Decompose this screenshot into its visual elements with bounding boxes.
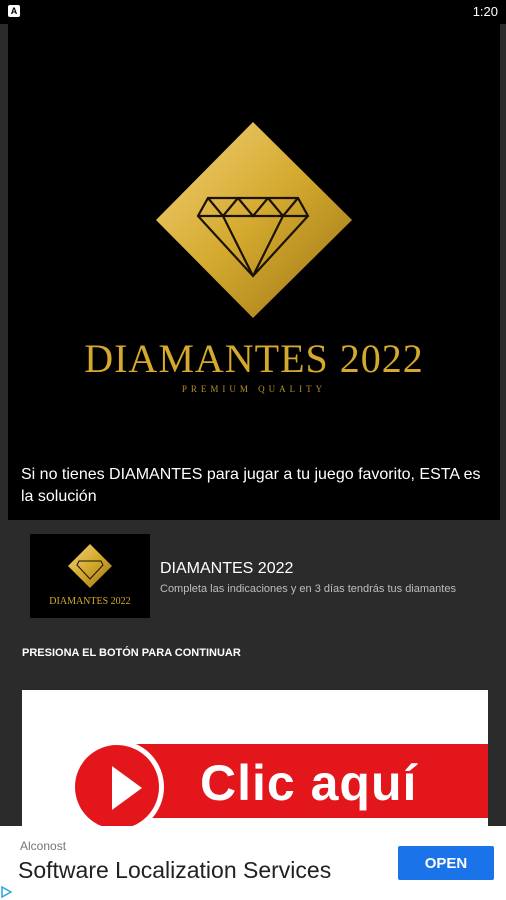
thumbnail-title: DIAMANTES 2022	[49, 596, 130, 607]
ad-banner[interactable]: Alconost Software Localization Services …	[0, 826, 506, 900]
hero-banner: DIAMANTES 2022 PREMIUM QUALITY Si no tie…	[8, 24, 500, 520]
ad-advertiser: Alconost	[20, 839, 67, 853]
play-icon	[112, 766, 142, 810]
gold-diamond-frame	[156, 122, 352, 318]
ad-headline[interactable]: Software Localization Services	[18, 857, 331, 884]
thumbnail-diamond-logo: DIAMANTES 2022	[49, 544, 131, 607]
status-time: 1:20	[472, 4, 498, 19]
diamond-logo: DIAMANTES 2022 PREMIUM QUALITY	[84, 122, 424, 394]
app-info-card[interactable]: DIAMANTES 2022 DIAMANTES 2022 Completa l…	[30, 534, 490, 618]
card-thumbnail: DIAMANTES 2022	[30, 534, 150, 618]
app-notification-icon: A	[8, 5, 20, 17]
thumbnail-diamond-frame	[68, 544, 112, 588]
logo-title: DIAMANTES 2022	[84, 336, 424, 381]
instruction-text: PRESIONA EL BOTÓN PARA CONTINUAR	[22, 647, 241, 659]
banner-label: Clic aquí	[200, 755, 418, 811]
status-bar: A 1:20	[0, 0, 506, 24]
hero-caption: Si no tienes DIAMANTES para jugar a tu j…	[21, 466, 481, 505]
ad-choices-icon[interactable]	[0, 886, 12, 898]
click-here-banner[interactable]: Clic aquí	[22, 690, 488, 830]
card-title: DIAMANTES 2022	[160, 560, 294, 577]
card-subtitle: Completa las indicaciones y en 3 días te…	[160, 583, 456, 595]
ad-open-button[interactable]: OPEN	[398, 846, 494, 880]
logo-tagline: PREMIUM QUALITY	[182, 384, 326, 394]
